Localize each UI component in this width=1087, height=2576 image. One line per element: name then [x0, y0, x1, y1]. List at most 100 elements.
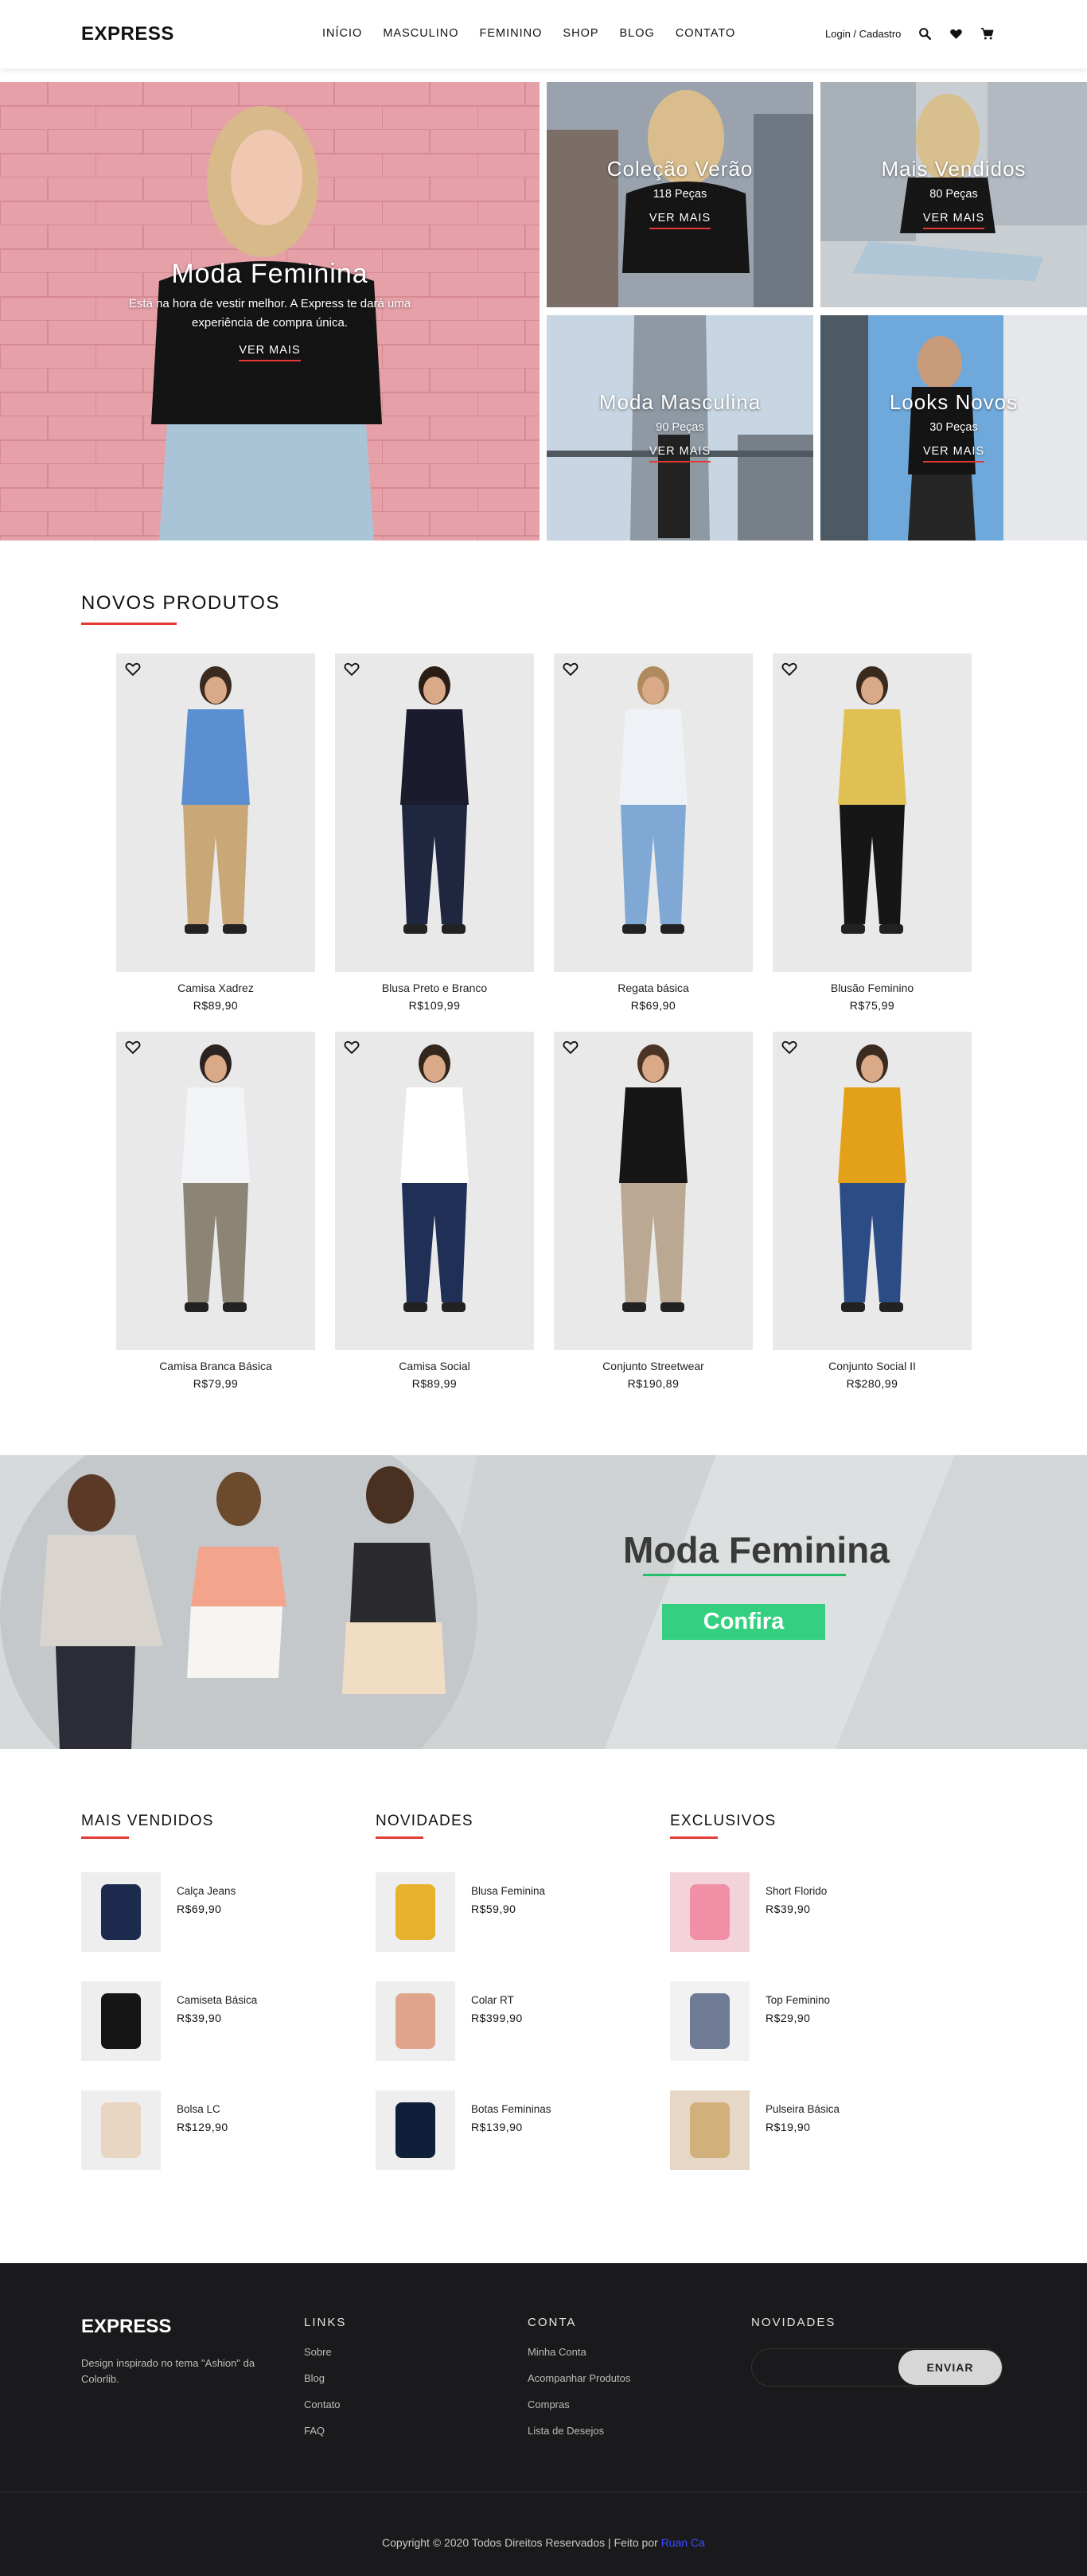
hero-tile-looks-novos[interactable]: Looks Novos 30 Peças VER MAIS	[820, 315, 1087, 541]
wishlist-heart-icon[interactable]	[562, 1038, 579, 1056]
product-price: R$109,99	[408, 999, 461, 1012]
product-card[interactable]: Blusa Preto e Branco R$109,99	[335, 654, 534, 1012]
mini-product-name[interactable]: Colar RT	[471, 1994, 514, 2006]
mini-product-item[interactable]: Calça Jeans R$69,90	[81, 1872, 344, 1952]
footer-link-compras[interactable]: Compras	[528, 2398, 570, 2410]
footer-link-desejos[interactable]: Lista de Desejos	[528, 2425, 604, 2437]
mini-product-name[interactable]: Bolsa LC	[177, 2103, 220, 2115]
mini-product-image[interactable]	[81, 2090, 161, 2170]
product-image[interactable]	[554, 1032, 753, 1350]
mini-product-image[interactable]	[81, 1981, 161, 2061]
newsletter-submit-button[interactable]: ENVIAR	[898, 2350, 1002, 2385]
mini-product-image[interactable]	[670, 2090, 750, 2170]
mini-product-name[interactable]: Botas Femininas	[471, 2103, 551, 2115]
product-name[interactable]: Camisa Social	[335, 1360, 534, 1372]
nav-shop[interactable]: SHOP	[563, 27, 598, 40]
product-name[interactable]: Camisa Branca Básica	[116, 1360, 315, 1372]
mini-product-name[interactable]: Top Feminino	[766, 1994, 830, 2006]
product-image[interactable]	[335, 654, 534, 972]
mini-product-photo	[81, 2090, 161, 2170]
mini-product-item[interactable]: Short Florido R$39,90	[670, 1872, 933, 1952]
nav-feminino[interactable]: FEMININO	[480, 27, 543, 40]
footer-link-blog[interactable]: Blog	[304, 2372, 325, 2384]
cart-icon[interactable]	[980, 27, 994, 41]
product-image[interactable]	[116, 1032, 315, 1350]
mini-product-name[interactable]: Camiseta Básica	[177, 1994, 257, 2006]
product-name[interactable]: Regata básica	[554, 982, 753, 994]
hero-main-link[interactable]: VER MAIS	[239, 344, 301, 361]
mini-product-image[interactable]	[376, 1981, 455, 2061]
mini-product-item[interactable]: Blusa Feminina R$59,90	[376, 1872, 638, 1952]
site-logo[interactable]: EXPRESS	[81, 23, 174, 45]
heart-icon[interactable]	[949, 27, 963, 41]
mini-product-name[interactable]: Short Florido	[766, 1885, 827, 1897]
mini-product-price: R$39,90	[766, 1903, 811, 1915]
wishlist-heart-icon[interactable]	[124, 1038, 142, 1056]
mini-product-name[interactable]: Pulseira Básica	[766, 2103, 840, 2115]
product-photo	[116, 654, 315, 972]
wishlist-heart-icon[interactable]	[781, 1038, 798, 1056]
hero-tile-link[interactable]: VER MAIS	[922, 445, 985, 463]
footer-logo[interactable]: EXPRESS	[81, 2316, 171, 2338]
product-name[interactable]: Blusa Preto e Branco	[335, 982, 534, 994]
mini-product-item[interactable]: Botas Femininas R$139,90	[376, 2090, 638, 2170]
product-name[interactable]: Conjunto Streetwear	[554, 1360, 753, 1372]
product-name[interactable]: Camisa Xadrez	[116, 982, 315, 994]
mini-product-name[interactable]: Calça Jeans	[177, 1885, 236, 1897]
product-name[interactable]: Blusão Feminino	[773, 982, 972, 994]
product-image[interactable]	[773, 654, 972, 972]
mini-product-image[interactable]	[670, 1981, 750, 2061]
mini-product-item[interactable]: Bolsa LC R$129,90	[81, 2090, 344, 2170]
wishlist-heart-icon[interactable]	[124, 660, 142, 677]
product-image[interactable]	[773, 1032, 972, 1350]
mini-product-image[interactable]	[376, 2090, 455, 2170]
mini-product-image[interactable]	[81, 1872, 161, 1952]
product-image[interactable]	[116, 654, 315, 972]
product-name[interactable]: Conjunto Social II	[773, 1360, 972, 1372]
wishlist-heart-icon[interactable]	[343, 660, 360, 677]
product-card[interactable]: Blusão Feminino R$75,99	[773, 654, 972, 1012]
mini-product-name[interactable]: Blusa Feminina	[471, 1885, 545, 1897]
product-card[interactable]: Camisa Social R$89,99	[335, 1032, 534, 1390]
product-card[interactable]: Conjunto Streetwear R$190,89	[554, 1032, 753, 1390]
mini-product-item[interactable]: Top Feminino R$29,90	[670, 1981, 933, 2061]
footer-link-contato[interactable]: Contato	[304, 2398, 341, 2410]
product-card[interactable]: Camisa Xadrez R$89,90	[116, 654, 315, 1012]
nav-contato[interactable]: CONTATO	[676, 27, 735, 40]
mini-product-item[interactable]: Camiseta Básica R$39,90	[81, 1981, 344, 2061]
hero-main-tile[interactable]: Moda Feminina Está na hora de vestir mel…	[0, 82, 540, 541]
hero-tile-moda-masculina[interactable]: Moda Masculina 90 Peças VER MAIS	[547, 315, 813, 541]
hero-main-text: Está na hora de vestir melhor. A Express…	[128, 297, 411, 330]
wishlist-heart-icon[interactable]	[343, 1038, 360, 1056]
wishlist-heart-icon[interactable]	[562, 660, 579, 677]
product-card[interactable]: Conjunto Social II R$280,99	[773, 1032, 972, 1390]
product-card[interactable]: Camisa Branca Básica R$79,99	[116, 1032, 315, 1390]
hero-tile-title: Mais Vendidos	[881, 157, 1027, 181]
mini-product-item[interactable]: Pulseira Básica R$19,90	[670, 2090, 933, 2170]
product-image[interactable]	[554, 654, 753, 972]
search-icon[interactable]	[918, 27, 932, 41]
mini-product-item[interactable]: Colar RT R$399,90	[376, 1981, 638, 2061]
hero-tile-colecao-verao[interactable]: Coleção Verão 118 Peças VER MAIS	[547, 82, 813, 307]
footer-link-acompanhar[interactable]: Acompanhar Produtos	[528, 2372, 630, 2384]
login-link[interactable]: Login / Cadastro	[825, 28, 901, 40]
hero-tile-mais-vendidos[interactable]: Mais Vendidos 80 Peças VER MAIS	[820, 82, 1087, 307]
hero-tile-title: Moda Masculina	[598, 390, 762, 414]
product-image[interactable]	[335, 1032, 534, 1350]
banner-cta-button[interactable]: Confira	[662, 1604, 825, 1640]
wishlist-heart-icon[interactable]	[781, 660, 798, 677]
author-credit-link[interactable]: Ruan Ca	[661, 2536, 705, 2549]
nav-masculino[interactable]: MASCULINO	[383, 27, 458, 40]
mini-product-price: R$129,90	[177, 2121, 228, 2133]
nav-inicio[interactable]: INÍCIO	[322, 27, 362, 40]
nav-blog[interactable]: BLOG	[620, 27, 655, 40]
footer-link-sobre[interactable]: Sobre	[304, 2346, 332, 2358]
hero-tile-link[interactable]: VER MAIS	[649, 445, 711, 463]
hero-tile-link[interactable]: VER MAIS	[922, 212, 985, 229]
footer-link-faq[interactable]: FAQ	[304, 2425, 325, 2437]
mini-product-image[interactable]	[670, 1872, 750, 1952]
mini-product-image[interactable]	[376, 1872, 455, 1952]
product-card[interactable]: Regata básica R$69,90	[554, 654, 753, 1012]
hero-tile-link[interactable]: VER MAIS	[649, 212, 711, 229]
footer-link-minha-conta[interactable]: Minha Conta	[528, 2346, 586, 2358]
